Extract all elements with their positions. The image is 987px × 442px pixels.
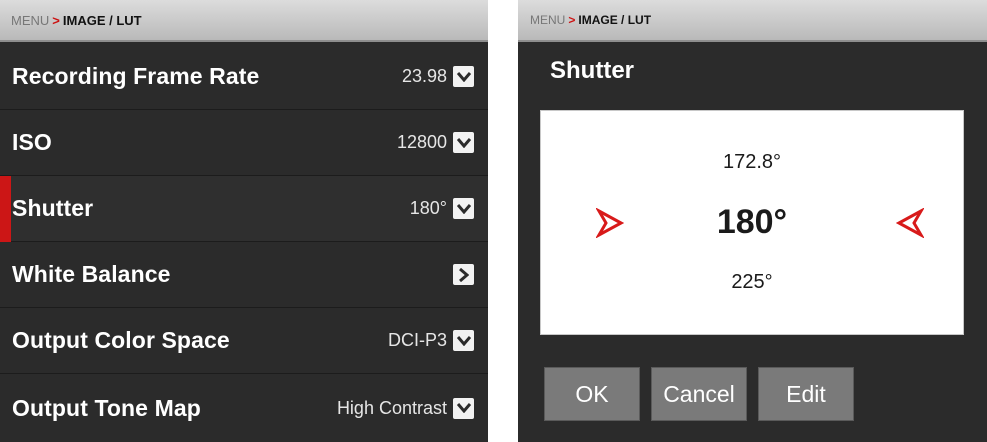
row-value: 180° [409, 198, 447, 218]
chevron-down-icon[interactable] [453, 198, 474, 219]
menu-row-shutter[interactable]: Shutter 180° [0, 176, 488, 242]
row-label: Output Color Space [12, 327, 230, 353]
row-control[interactable]: 23.98 [402, 66, 474, 87]
shutter-dialog: MENU > IMAGE / LUT Shutter 172.8° 180° 2… [518, 0, 987, 442]
chevron-down-icon[interactable] [453, 397, 474, 419]
row-label: Recording Frame Rate [12, 63, 260, 89]
breadcrumb-separator: > [568, 13, 576, 27]
chevron-down-icon[interactable] [453, 330, 474, 351]
row-value: DCI-P3 [387, 330, 447, 350]
dialog-title: Shutter [550, 57, 634, 84]
row-label: ISO [12, 129, 52, 155]
row-control[interactable]: DCI-P3 [388, 330, 474, 351]
edit-button[interactable]: Edit [758, 367, 854, 421]
breadcrumb-root[interactable]: MENU [530, 13, 565, 27]
menu-panel: MENU > IMAGE / LUT Recording Frame Rate … [0, 0, 488, 442]
row-value: 12800 [396, 132, 447, 152]
row-control[interactable]: 12800 [397, 132, 474, 153]
selection-arrow-right-icon [595, 206, 625, 240]
breadcrumb: MENU > IMAGE / LUT [518, 0, 987, 42]
breadcrumb-root[interactable]: MENU [11, 13, 49, 28]
row-control[interactable]: 180° [410, 198, 474, 219]
menu-row-recording-frame-rate[interactable]: Recording Frame Rate 23.98 [0, 44, 488, 110]
menu-row-iso[interactable]: ISO 12800 [0, 110, 488, 176]
picker-next-value[interactable]: 225° [541, 271, 963, 294]
breadcrumb-separator: > [52, 12, 60, 28]
chevron-right-icon[interactable] [453, 264, 474, 285]
breadcrumb-current: IMAGE / LUT [62, 12, 142, 28]
shutter-value-picker[interactable]: 172.8° 180° 225° [540, 110, 964, 335]
menu-row-output-tone-map[interactable]: Output Tone Map High Contrast [0, 374, 488, 442]
row-label: White Balance [12, 261, 171, 287]
cancel-button[interactable]: Cancel [651, 367, 747, 421]
ok-button[interactable]: OK [544, 367, 640, 421]
row-control[interactable]: High Contrast [336, 397, 474, 419]
row-value: 23.98 [401, 66, 447, 86]
picker-previous-value[interactable]: 172.8° [541, 151, 963, 174]
menu-row-output-color-space[interactable]: Output Color Space DCI-P3 [0, 308, 488, 374]
selection-indicator [0, 176, 11, 242]
row-label: Output Tone Map [12, 394, 201, 421]
row-label: Shutter [12, 195, 94, 221]
menu-row-white-balance[interactable]: White Balance [0, 242, 488, 308]
selection-arrow-left-icon [895, 206, 925, 240]
breadcrumb: MENU > IMAGE / LUT [0, 0, 488, 42]
row-control[interactable] [453, 264, 474, 285]
chevron-down-icon[interactable] [453, 132, 474, 153]
chevron-down-icon[interactable] [453, 66, 474, 87]
row-value: High Contrast [336, 397, 447, 418]
breadcrumb-current: IMAGE / LUT [578, 13, 652, 27]
